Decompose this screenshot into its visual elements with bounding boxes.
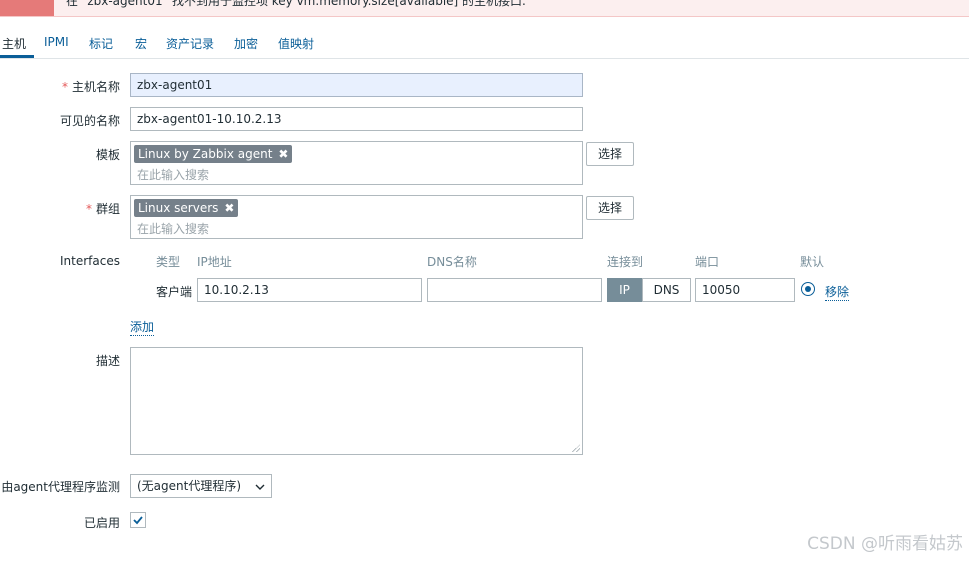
resize-handle-icon[interactable] bbox=[572, 444, 580, 452]
visible-name-label: 可见的名称 bbox=[59, 114, 120, 128]
connect-ip-button[interactable]: IP bbox=[607, 278, 642, 302]
groups-search-placeholder[interactable]: 在此输入搜索 bbox=[137, 220, 209, 237]
col-type: 类型 bbox=[156, 255, 181, 269]
required-marker: * bbox=[61, 80, 68, 94]
tab-value-mapping[interactable]: 值映射 bbox=[278, 35, 314, 52]
tab-bar: 主机 IPMI 标记 宏 资产记录 加密 值映射 bbox=[0, 28, 969, 59]
tab-macros[interactable]: 宏 bbox=[135, 35, 147, 52]
groups-multiselect[interactable]: Linux servers ✖ 在此输入搜索 bbox=[130, 195, 583, 239]
enabled-checkbox[interactable] bbox=[130, 512, 146, 528]
interface-dns-input[interactable] bbox=[427, 278, 602, 302]
tab-inventory[interactable]: 资产记录 bbox=[166, 35, 214, 52]
templates-multiselect[interactable]: Linux by Zabbix agent ✖ 在此输入搜索 bbox=[130, 141, 583, 185]
groups-label: * 群组 bbox=[85, 202, 120, 216]
proxy-label: 由agent代理程序监测 bbox=[1, 480, 120, 494]
interface-remove-link[interactable]: 移除 bbox=[825, 283, 850, 301]
template-chip: Linux by Zabbix agent ✖ bbox=[134, 145, 293, 163]
connect-dns-button[interactable]: DNS bbox=[642, 278, 691, 302]
radio-dot-icon bbox=[805, 286, 811, 292]
checkmark-icon bbox=[133, 516, 143, 525]
col-ip: IP地址 bbox=[197, 255, 232, 269]
tab-tags[interactable]: 标记 bbox=[89, 35, 113, 52]
templates-label: 模板 bbox=[95, 148, 120, 162]
error-banner: 在 "zbx-agent01" 找不到用于监控项 key vm.memory.s… bbox=[0, 0, 969, 17]
description-label: 描述 bbox=[95, 354, 120, 368]
hostname-input[interactable]: zbx-agent01 bbox=[130, 73, 583, 97]
tab-host[interactable]: 主机 bbox=[2, 35, 26, 52]
tab-ipmi[interactable]: IPMI bbox=[44, 35, 69, 49]
tab-encryption[interactable]: 加密 bbox=[234, 35, 258, 52]
required-marker: * bbox=[85, 202, 92, 216]
remove-chip-icon[interactable]: ✖ bbox=[278, 147, 288, 161]
add-interface-link[interactable]: 添加 bbox=[130, 318, 155, 336]
enabled-label: 已启用 bbox=[83, 516, 120, 530]
interface-ip-input[interactable]: 10.10.2.13 bbox=[197, 278, 422, 302]
interface-port-input[interactable]: 10050 bbox=[695, 278, 795, 302]
col-connect-to: 连接到 bbox=[607, 255, 644, 269]
hostname-label: * 主机名称 bbox=[61, 80, 120, 94]
error-banner-marker bbox=[0, 0, 54, 16]
proxy-select[interactable]: (无agent代理程序) bbox=[130, 474, 272, 498]
description-textarea[interactable] bbox=[130, 347, 583, 455]
watermark: CSDN @听雨看姑苏 bbox=[807, 534, 963, 554]
default-radio[interactable] bbox=[801, 282, 815, 296]
templates-search-placeholder[interactable]: 在此输入搜索 bbox=[137, 166, 209, 183]
col-dns: DNS名称 bbox=[427, 255, 477, 269]
groups-select-button[interactable]: 选择 bbox=[586, 196, 634, 220]
remove-chip-icon[interactable]: ✖ bbox=[224, 201, 234, 215]
templates-select-button[interactable]: 选择 bbox=[586, 142, 634, 166]
col-port: 端口 bbox=[695, 255, 720, 269]
interface-type: 客户端 bbox=[156, 285, 193, 299]
interfaces-label: Interfaces bbox=[60, 254, 120, 268]
active-tab-indicator bbox=[0, 55, 34, 58]
col-default: 默认 bbox=[800, 255, 825, 269]
visible-name-input[interactable]: zbx-agent01-10.10.2.13 bbox=[130, 107, 583, 131]
chevron-down-icon bbox=[255, 484, 265, 490]
error-message: 在 "zbx-agent01" 找不到用于监控项 key vm.memory.s… bbox=[66, 0, 526, 8]
group-chip: Linux servers ✖ bbox=[134, 199, 239, 217]
